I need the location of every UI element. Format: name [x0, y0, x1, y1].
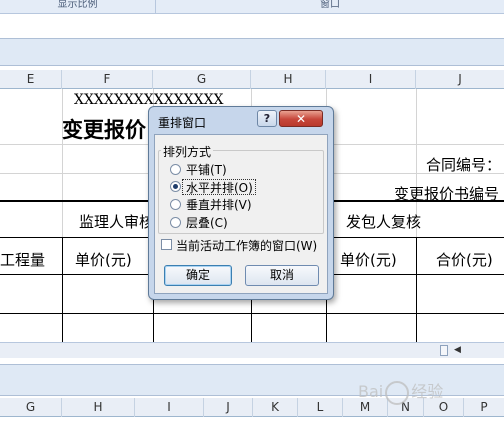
column-header[interactable]: J: [416, 70, 504, 89]
worksheet-grid-2[interactable]: [0, 417, 504, 428]
option-label-tiled[interactable]: 平铺(T): [186, 161, 227, 178]
cell-title: 变更报价: [62, 118, 146, 142]
column-header[interactable]: I: [326, 70, 416, 89]
ribbon-group-window: 窗口: [320, 0, 340, 10]
column-header[interactable]: L: [298, 398, 343, 417]
cancel-button[interactable]: 取消: [245, 265, 319, 286]
radio-cascade[interactable]: [170, 217, 181, 228]
option-label-vertical[interactable]: 垂直并排(V): [186, 196, 252, 213]
close-button[interactable]: ✕: [279, 110, 323, 127]
option-label-cascade[interactable]: 层叠(C): [186, 214, 228, 231]
column-header[interactable]: H: [62, 398, 135, 417]
horizontal-scrollbar[interactable]: ◀: [0, 342, 504, 358]
watermark-brand: Bai: [358, 382, 384, 401]
radio-selected-dot: [173, 184, 178, 189]
column-header[interactable]: K: [253, 398, 298, 417]
column-header[interactable]: E: [0, 70, 62, 89]
column-header[interactable]: J: [204, 398, 253, 417]
cell-unit-price: 单价(元): [340, 251, 397, 269]
cell-unit-price: 单价(元): [75, 251, 132, 269]
ribbon-group-zoom: 显示比例: [57, 0, 98, 10]
arrange-group-label: 排列方式: [161, 143, 214, 160]
help-button[interactable]: ?: [257, 110, 277, 127]
cell-quote-no: 变更报价书编号: [394, 185, 500, 203]
radio-vertical[interactable]: [170, 199, 181, 210]
column-header[interactable]: G: [0, 398, 62, 417]
dialog-title: 重排窗口: [158, 116, 207, 130]
column-header[interactable]: F: [62, 70, 153, 89]
cell-quantity: 工程量: [0, 251, 46, 269]
table-border: [62, 237, 63, 342]
option-label-horizontal[interactable]: 水平并排(O): [186, 179, 253, 196]
active-workbook-checkbox[interactable]: [161, 239, 172, 250]
radio-tiled[interactable]: [170, 164, 181, 175]
column-header-row-1: E F G H I J: [0, 70, 504, 89]
ribbon-gap: [0, 14, 504, 38]
ribbon: 显示比例 窗口: [0, 0, 504, 14]
column-header[interactable]: H: [251, 70, 326, 89]
table-border: [416, 237, 417, 342]
scroll-left-arrow-icon[interactable]: ◀: [452, 345, 463, 356]
cell-contract-no: 合同编号：: [426, 156, 502, 174]
scrollbar-thumb[interactable]: [440, 345, 448, 356]
column-header[interactable]: P: [464, 398, 504, 417]
table-border: [0, 313, 504, 314]
cell-employer-review: 发包人复核: [346, 213, 422, 231]
column-header[interactable]: I: [135, 398, 204, 417]
paw-logo-icon: [385, 380, 410, 405]
radio-horizontal[interactable]: [170, 181, 181, 192]
ok-button[interactable]: 确定: [164, 265, 232, 286]
cell-supervisor-review: 监理人审核: [79, 213, 155, 231]
watermark-brand-cn: 经验: [411, 382, 444, 401]
column-header[interactable]: G: [153, 70, 251, 89]
active-workbook-checkbox-label[interactable]: 当前活动工作簿的窗口(W): [176, 237, 317, 254]
cell-total-price: 合价(元): [436, 251, 493, 269]
watermark: Bai 经验: [358, 378, 443, 405]
workbook-window-1-titlebar[interactable]: [0, 38, 504, 66]
